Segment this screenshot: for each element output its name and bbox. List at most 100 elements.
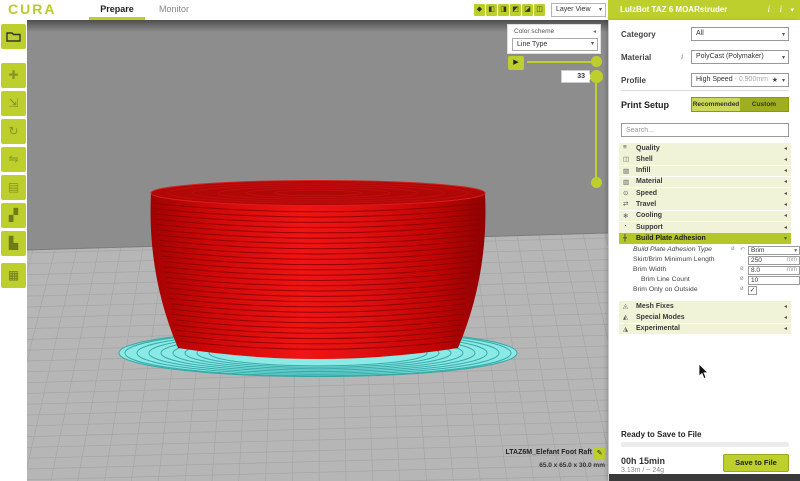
layer-stairs-button[interactable]: ▙ [1,231,26,256]
color-scheme-label: Color scheme [514,28,554,35]
layer-slider-bottom-handle[interactable] [591,177,602,188]
divider [621,90,789,91]
model-object[interactable] [151,181,486,360]
category-shell[interactable]: ◫ Shell ◂ [619,154,791,165]
star-icon[interactable]: ★ [772,75,778,87]
chevron-left-icon: ◂ [784,156,787,163]
folder-icon [6,31,21,42]
special-modes-icon: ◭ [623,313,628,321]
machine-header[interactable]: LulzBot TAZ 6 MOARstruder i i ▾ [608,0,800,20]
category-travel[interactable]: ⇄ Travel ◂ [619,199,791,210]
view-front-button[interactable]: ◧ [486,4,497,16]
view-mode-select[interactable]: Layer View ▾ [551,3,606,17]
category-infill[interactable]: ▨ Infill ◂ [619,166,791,177]
skirt-brim-min-length-input[interactable]: 250 mm [748,256,800,265]
adhesion-type-select[interactable]: Brim ▾ [748,246,800,255]
scale-tool-button[interactable]: ⇲ [1,91,26,116]
brim-width-input[interactable]: 8.0 mm [748,266,800,275]
info-icon[interactable]: i [767,4,770,14]
chevron-down-icon: ▾ [784,235,787,242]
layer-slider-track[interactable] [595,80,597,182]
move-tool-button[interactable]: ✚ [1,63,26,88]
category-label: Category [621,30,656,39]
simulation-slider-track[interactable] [527,61,593,63]
chevron-down-icon: ▾ [599,4,602,16]
chevron-left-icon: ◂ [784,314,787,321]
category-special-modes[interactable]: ◭ Special Modes ◂ [619,312,791,323]
per-model-settings-button[interactable]: ▤ [1,175,26,200]
progress-bar [621,442,789,447]
chevron-down-icon: ▾ [591,39,594,50]
view-3d-button[interactable]: ◆ [474,4,485,16]
model-dimensions: 65.0 x 65.0 x 30.0 mm [539,462,605,469]
search-input[interactable] [621,123,789,137]
chevron-down-icon: ▾ [790,6,794,14]
recommended-button[interactable]: Recommended [692,98,740,111]
layer-slider-top-handle[interactable] [590,70,603,83]
rotate-tool-button[interactable]: ↻ [1,119,26,144]
link-icon: ø [731,246,735,252]
setting-brim-width: Brim Width ø 8.0 mm [619,265,791,275]
category-experimental[interactable]: ◮ Experimental ◂ [619,324,791,335]
category-speed[interactable]: ⊙ Speed ◂ [619,188,791,199]
simulation-slider-handle[interactable] [591,56,602,67]
edit-model-name-button[interactable]: ✎ [594,448,605,459]
view-right-button[interactable]: ◪ [522,4,533,16]
tab-monitor[interactable]: Monitor [150,4,198,14]
infill-icon: ▨ [623,167,629,175]
bottom-bar [609,474,800,481]
material-usage: 3.13m / ~ 24g [621,467,664,474]
left-toolbar: ✚ ⇲ ↻ ⇋ ▤ ▞ ▙ ▦ [0,20,27,481]
machine-name: LulzBot TAZ 6 MOARstruder [620,5,727,14]
category-mesh-fixes[interactable]: ◬ Mesh Fixes ◂ [619,301,791,312]
category-build-plate-adhesion[interactable]: ╋ Build Plate Adhesion ▾ [619,233,791,244]
simulation-play-button[interactable]: ▶ [508,56,524,70]
chevron-left-icon: ◂ [784,190,787,197]
mesh-fixes-icon: ◬ [623,302,628,310]
tab-prepare[interactable]: Prepare [93,4,141,14]
viewport-3d[interactable]: Color scheme ◂ Line Type ▾ ▶ 33 LTAZ6M_E… [27,20,608,481]
material-label: Material [621,53,651,62]
adhesion-icon: ╋ [623,234,627,242]
brim-line-count-input[interactable]: 10 [748,276,800,285]
link-icon: ø [740,286,744,292]
print-setup-toggle: Recommended Custom [691,97,789,112]
chevron-down-icon: ▾ [782,75,785,87]
arrange-button[interactable]: ▦ [1,263,26,288]
chevron-left-icon: ◂ [784,224,787,231]
brim-only-outside-checkbox[interactable]: ✓ [748,286,757,295]
cooling-icon: ❄ [623,212,628,220]
mirror-tool-button[interactable]: ⇋ [1,147,26,172]
view-left-button[interactable]: ◩ [510,4,521,16]
support-icon: ◔ [623,223,627,230]
custom-button[interactable]: Custom [740,98,788,111]
print-setup-label: Print Setup [621,100,669,110]
category-select[interactable]: All ▾ [691,27,789,41]
category-material[interactable]: ▥ Material ◂ [619,177,791,188]
setting-brim-only-outside: Brim Only on Outside ø ✓ [619,285,791,295]
chevron-left-icon: ◂ [784,325,787,332]
revert-icon[interactable]: ↶ [740,246,745,253]
open-file-button[interactable] [1,24,26,49]
category-quality[interactable]: ≡ Quality ◂ [619,143,791,154]
info-icon[interactable]: i [779,4,782,14]
chevron-down-icon: ▾ [794,248,797,255]
save-to-file-button[interactable]: Save to File [723,454,789,472]
profile-select[interactable]: High Speed - 0.900mm ★ ▾ [691,73,789,87]
setting-adhesion-type: Build Plate Adhesion Type ø ↶ Brim ▾ [619,245,791,255]
support-blocker-button[interactable]: ▞ [1,203,26,228]
view-top-button[interactable]: ◨ [498,4,509,16]
legend-collapse-icon[interactable]: ◂ [593,28,596,35]
category-cooling[interactable]: ❄ Cooling ◂ [619,211,791,222]
view-bottom-button[interactable]: ◫ [534,4,545,16]
cura-app: CURA Prepare Monitor ◆ ◧ ◨ ◩ ◪ ◫ Layer V… [0,0,800,481]
material-info-icon[interactable]: i [681,52,683,61]
layer-number-tag[interactable]: 33 [561,70,590,83]
material-icon: ▥ [623,178,629,186]
link-icon: ø [740,276,744,282]
chevron-left-icon: ◂ [784,167,787,174]
color-scheme-select[interactable]: Line Type ▾ [512,38,598,51]
material-select[interactable]: PolyCast (Polymaker) ▾ [691,50,789,64]
category-support[interactable]: ◔ Support ◂ [619,222,791,233]
chevron-left-icon: ◂ [784,178,787,185]
